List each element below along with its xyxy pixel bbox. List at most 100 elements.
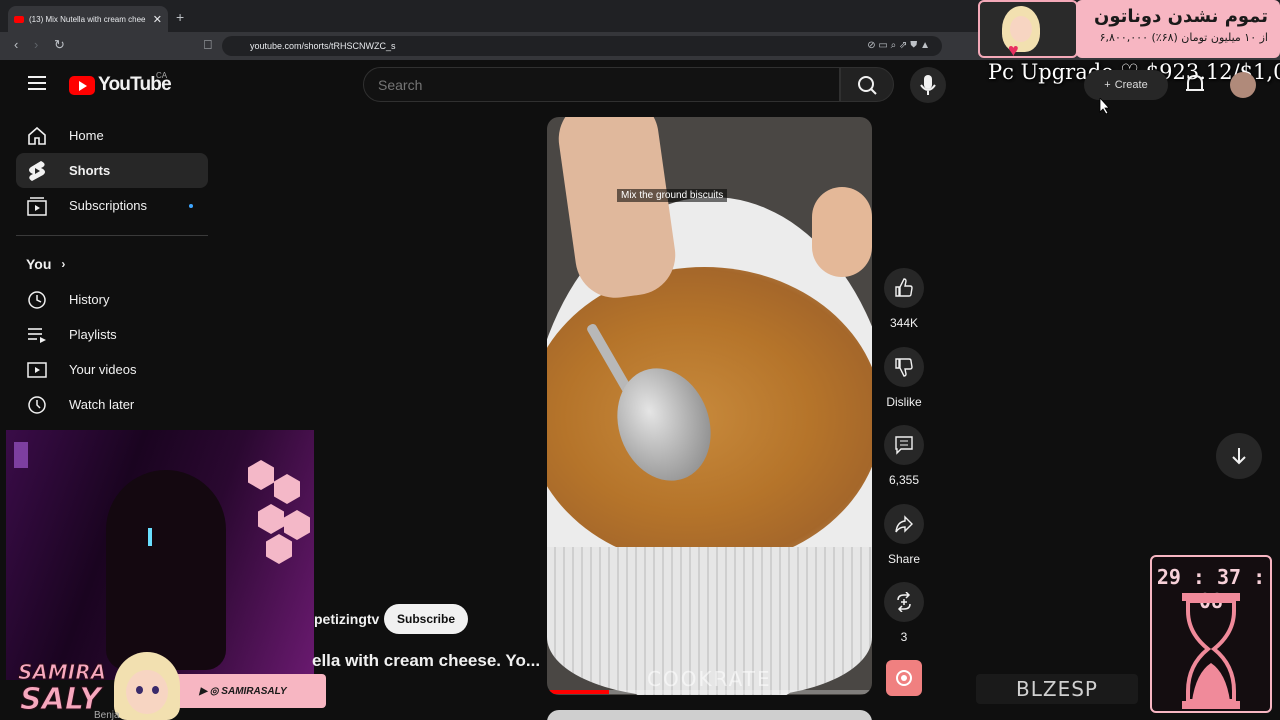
search-icon (858, 76, 877, 95)
remix-icon (897, 592, 911, 612)
biscuit-crumbs (547, 267, 872, 567)
social-ribbon: ▶ ◎ SAMIRASALY (160, 674, 326, 708)
sound-button[interactable] (882, 660, 926, 696)
playlists-icon (26, 325, 48, 345)
sound-icon (886, 660, 922, 696)
new-tab-icon[interactable]: + (176, 9, 184, 25)
create-button[interactable]: + Create (1084, 70, 1168, 100)
remix-button[interactable]: 3 (882, 582, 926, 644)
video-watermark: COOKRATE (647, 667, 772, 691)
bell-icon (1186, 74, 1204, 91)
donation-info: تموم نشدن دوناتون ۶,۸۰۰,۰۰۰ از ۱۰ میلیون… (1076, 0, 1280, 58)
streamer-name-first: SAMIRA (17, 660, 107, 685)
short-video-player[interactable]: Mix the ground biscuits COOKRATE (547, 117, 872, 695)
partial-text: Benja (94, 710, 120, 720)
menu-icon[interactable] (28, 76, 46, 90)
next-short-button[interactable] (1216, 433, 1262, 479)
streamer-name-last: SALY (20, 682, 102, 718)
sponsor-text: BLZESP (1016, 677, 1098, 701)
sidebar-item-label: History (69, 292, 110, 307)
sidebar-item-label: Subscriptions (69, 198, 148, 213)
search-button[interactable] (840, 67, 894, 102)
youtube-play-icon (69, 75, 95, 95)
notifications-button[interactable] (1184, 72, 1206, 101)
sidebar-item-label: Shorts (69, 163, 111, 178)
extension-icons[interactable]: ⊘ ▭ ⌕ ⇗ ⛊ ▲ (867, 40, 930, 51)
heart-icon: ♥ (1008, 40, 1019, 58)
short-title[interactable]: ella with cream cheese. Yo... (312, 651, 540, 671)
create-label: Create (1114, 79, 1148, 91)
chevron-right-icon: › (61, 257, 66, 271)
section-label: You (26, 256, 52, 272)
comment-icon (895, 436, 913, 455)
arrow-down-icon (1232, 448, 1246, 465)
sponsor-logo: BLZESP (976, 674, 1138, 704)
hexagon-light-icon (248, 460, 274, 490)
youtube-favicon-icon (14, 15, 24, 23)
hourglass-icon (1182, 593, 1240, 709)
forward-icon[interactable]: › (34, 37, 38, 52)
voice-search-button[interactable] (910, 67, 946, 103)
sidebar-divider (16, 235, 208, 236)
video-progress-bar[interactable] (547, 690, 872, 694)
sidebar: Home Shorts Subscriptions You › History … (16, 118, 208, 422)
microphone-icon (920, 75, 936, 95)
comments-button[interactable]: 6,355 (882, 425, 926, 487)
mouse-cursor-icon (1099, 98, 1110, 114)
country-code: CA (156, 71, 168, 80)
donation-title: تموم نشدن دوناتون (1093, 6, 1268, 27)
dislike-button[interactable]: Dislike (882, 347, 926, 409)
sidebar-item-playlists[interactable]: Playlists (16, 317, 208, 352)
youtube-logo[interactable]: YouTube CA (69, 71, 172, 96)
url-text: youtube.com/shorts/tRHSCNWZC_s (250, 41, 396, 51)
sidebar-item-history[interactable]: History (16, 282, 208, 317)
dislike-label: Dislike (886, 395, 922, 409)
share-icon (895, 515, 913, 533)
sidebar-section-you[interactable]: You › (16, 246, 208, 282)
stream-timer: 29 : 37 : 08 (1150, 555, 1272, 713)
progress-fill (547, 690, 609, 694)
donation-progress-text: ۶,۸۰۰,۰۰۰ از ۱۰ میلیون تومان (۶۸٪) (1099, 31, 1268, 44)
sidebar-item-subscriptions[interactable]: Subscriptions (16, 188, 208, 223)
search-box[interactable] (363, 67, 840, 102)
bookmark-icon[interactable]: ⎕ (204, 37, 212, 53)
video-caption: Mix the ground biscuits (617, 189, 728, 202)
reload-icon[interactable]: ↻ (54, 37, 65, 53)
donation-avatar: ♥ (978, 0, 1078, 58)
search-input[interactable] (378, 76, 839, 93)
your-videos-icon (26, 360, 48, 380)
share-label: Share (887, 552, 921, 566)
like-count: 344K (889, 316, 919, 330)
channel-name[interactable]: petizingtv (314, 611, 379, 627)
sidebar-item-label: Watch later (69, 397, 135, 412)
sidebar-item-shorts[interactable]: Shorts (16, 153, 208, 188)
new-content-dot (189, 204, 193, 208)
close-tab-icon[interactable]: ✕ (153, 13, 162, 26)
user-avatar[interactable] (1230, 72, 1256, 98)
thumbs-up-icon (895, 278, 913, 297)
share-button[interactable]: Share (882, 504, 926, 566)
screen: (13) Mix Nutella with cream chee ✕ + ‹ ›… (0, 0, 1280, 720)
thumbs-down-icon (895, 358, 913, 377)
sidebar-item-your-videos[interactable]: Your videos (16, 352, 208, 387)
sidebar-item-label: Playlists (69, 327, 117, 342)
clock-icon (26, 395, 48, 415)
streamer-silhouette (106, 470, 226, 670)
url-field[interactable]: youtube.com/shorts/tRHSCNWZC_s (222, 36, 942, 56)
sidebar-item-watch-later[interactable]: Watch later (16, 387, 208, 422)
sidebar-item-label: Home (69, 128, 104, 143)
subscribe-button[interactable]: Subscribe (384, 604, 468, 634)
donation-alert: ♥ تموم نشدن دوناتون ۶,۸۰۰,۰۰۰ از ۱۰ میلی… (978, 0, 1280, 58)
sidebar-item-home[interactable]: Home (16, 118, 208, 153)
history-icon (26, 290, 48, 310)
social-icons: ▶ ◎ (199, 685, 222, 697)
home-icon (26, 126, 48, 146)
comment-count: 6,355 (888, 473, 920, 487)
like-button[interactable]: 344K (882, 268, 926, 330)
browser-tab[interactable]: (13) Mix Nutella with cream chee ✕ (8, 6, 168, 32)
shorts-icon (26, 160, 48, 182)
back-icon[interactable]: ‹ (14, 37, 18, 52)
tab-title: (13) Mix Nutella with cream chee (29, 14, 146, 24)
webcam-feed (6, 430, 314, 680)
next-short-preview[interactable] (547, 710, 872, 720)
